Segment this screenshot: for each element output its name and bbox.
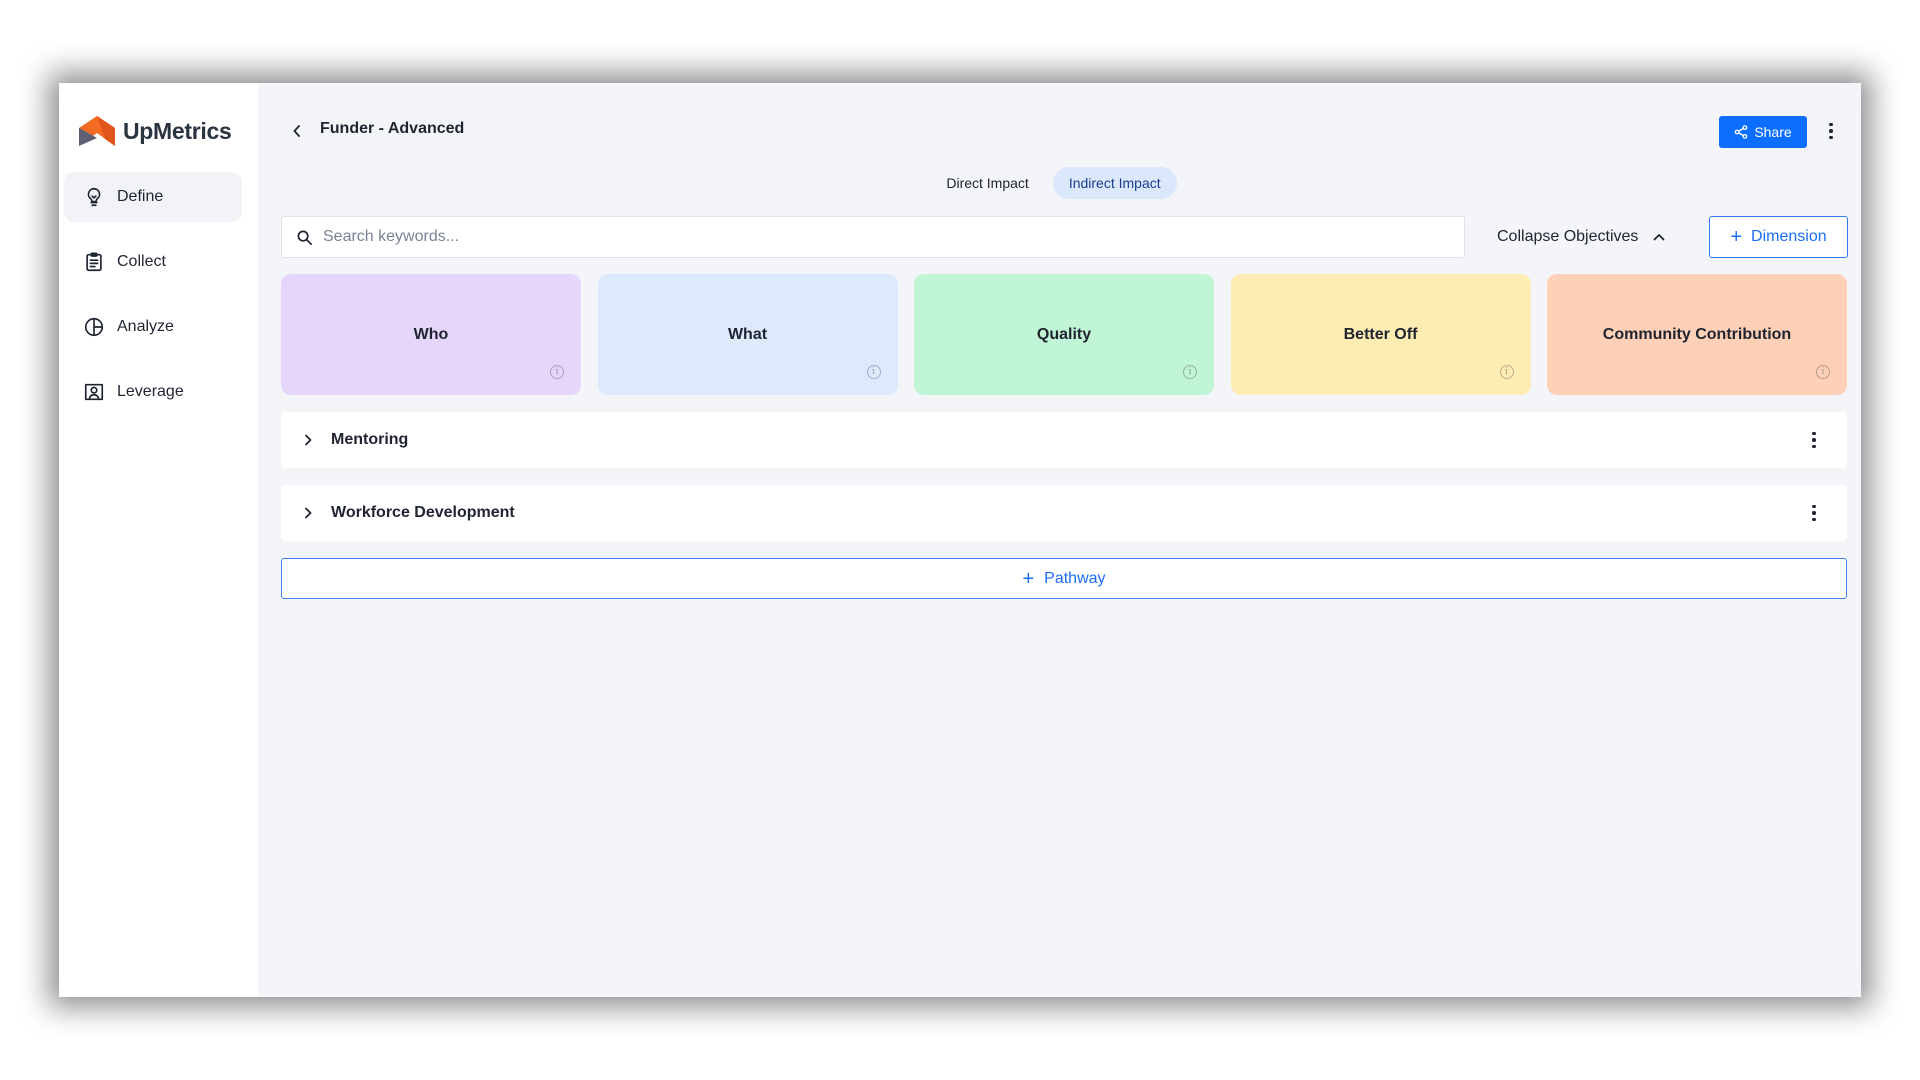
back-button[interactable] [287, 119, 307, 143]
kebab-dot [1829, 129, 1833, 133]
collapse-objectives-label: Collapse Objectives [1497, 228, 1639, 245]
dimension-label: Better Off [1343, 325, 1418, 343]
pie-chart-icon [83, 316, 105, 338]
info-icon[interactable]: i [1183, 365, 1197, 379]
dimension-card-quality[interactable]: Quality i [914, 274, 1214, 395]
share-label: Share [1754, 124, 1792, 140]
kebab-dot [1812, 444, 1816, 449]
page-title: Funder - Advanced [320, 120, 465, 137]
dimension-label: Quality [1036, 325, 1092, 343]
pathway-label: Mentoring [331, 431, 409, 448]
collapse-objectives-button[interactable]: Collapse Objectives [1497, 216, 1666, 258]
presenter-icon [83, 381, 105, 403]
sidebar-item-label: Define [117, 188, 164, 205]
search-input[interactable] [323, 228, 1464, 246]
dimension-label: What [727, 325, 768, 343]
kebab-dot [1812, 438, 1816, 442]
kebab-dot [1829, 122, 1833, 127]
kebab-dot [1812, 431, 1816, 436]
pathway-row-workforce-development[interactable]: Workforce Development [281, 485, 1847, 541]
upmetrics-logo-icon [79, 116, 115, 146]
more-options-button[interactable] [1821, 119, 1841, 143]
clipboard-icon [83, 251, 105, 273]
sidebar-item-leverage[interactable]: Leverage [64, 367, 242, 417]
dimension-card-community-contribution[interactable]: Community Contribution i [1547, 274, 1847, 395]
logo[interactable]: UpMetrics [77, 113, 232, 149]
share-icon [1734, 125, 1748, 139]
kebab-dot [1812, 511, 1816, 515]
impact-tabs: Direct Impact Indirect Impact [258, 167, 1861, 199]
lightbulb-icon [83, 186, 105, 208]
sidebar-item-define[interactable]: Define [64, 172, 242, 222]
chevron-right-icon[interactable] [301, 433, 315, 447]
chevron-left-icon [293, 125, 300, 137]
add-dimension-label: Dimension [1751, 228, 1827, 245]
main-content: Funder - Advanced Share Direct Impact In… [258, 83, 1861, 997]
brand-name: UpMetrics [123, 117, 232, 144]
sidebar-item-label: Leverage [117, 383, 184, 400]
info-icon[interactable]: i [1499, 365, 1514, 379]
chevron-up-icon [1654, 234, 1665, 241]
dimension-card-what[interactable]: What i [597, 274, 898, 395]
dimension-label: Community Contribution [1602, 325, 1792, 343]
sidebar-item-collect[interactable]: Collect [64, 237, 242, 287]
share-button[interactable]: Share [1719, 116, 1807, 148]
pathway-more-button[interactable] [1804, 501, 1824, 525]
plus-icon: + [1730, 226, 1743, 248]
tab-indirect-impact[interactable]: Indirect Impact [1052, 167, 1177, 199]
pathway-label: Workforce Development [331, 504, 515, 521]
info-icon[interactable]: i [866, 365, 881, 379]
info-icon[interactable]: i [550, 365, 564, 379]
info-icon[interactable]: i [1816, 365, 1830, 379]
sidebar-item-analyze[interactable]: Analyze [64, 302, 242, 352]
pathway-row-mentoring[interactable]: Mentoring [281, 412, 1847, 468]
chevron-right-icon[interactable] [301, 506, 315, 520]
tab-direct-impact[interactable]: Direct Impact [930, 167, 1044, 199]
sidebar-item-label: Collect [117, 253, 166, 270]
add-pathway-button[interactable]: + Pathway [281, 558, 1847, 599]
dimension-card-who[interactable]: Who i [281, 274, 581, 395]
add-pathway-label: Pathway [1044, 569, 1106, 587]
search-bar [281, 216, 1465, 258]
sidebar: UpMetrics Define Collect Analyze Leverag… [59, 83, 258, 997]
pathway-more-button[interactable] [1804, 428, 1824, 452]
app-window: UpMetrics Define Collect Analyze Leverag… [59, 83, 1861, 997]
sidebar-item-label: Analyze [117, 318, 174, 335]
kebab-dot [1812, 504, 1816, 509]
kebab-dot [1829, 135, 1833, 140]
search-icon [297, 230, 312, 245]
add-dimension-button[interactable]: + Dimension [1709, 216, 1848, 258]
dimension-cards: Who i What i Quality i Better Off i Comm… [281, 274, 1847, 395]
dimension-card-better-off[interactable]: Better Off i [1230, 274, 1531, 395]
plus-icon: + [1022, 567, 1035, 590]
dimension-label: Who [413, 325, 449, 343]
kebab-dot [1812, 517, 1816, 522]
